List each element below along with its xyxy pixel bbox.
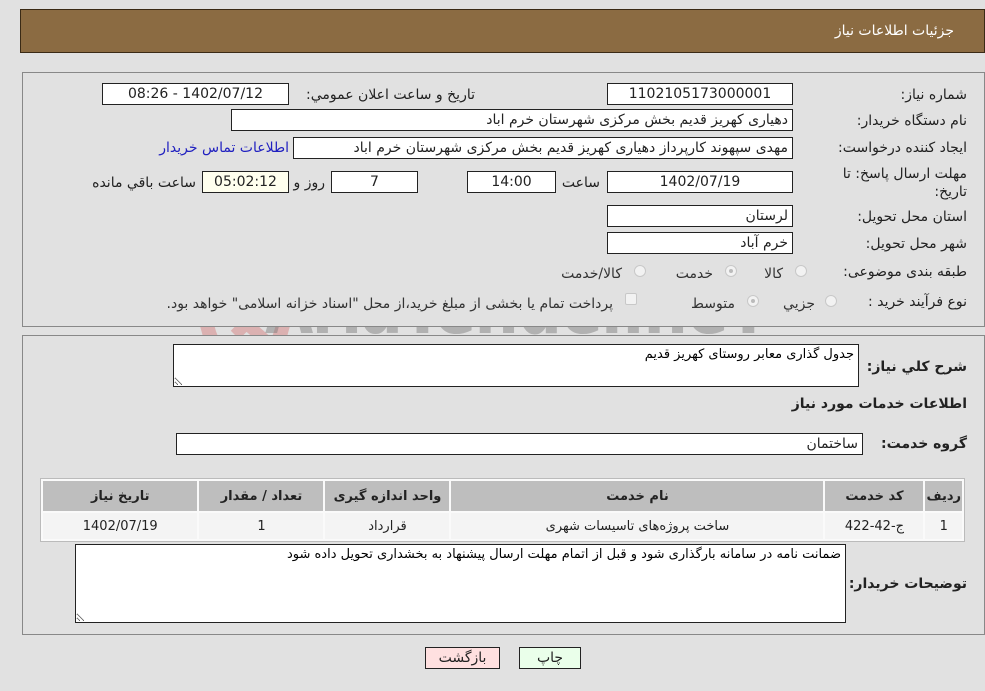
province-field: لرستان [607,205,793,227]
province-label: استان محل تحویل: [857,209,967,225]
treasury-payment-checkbox[interactable] [625,293,637,305]
category-option-goods-service: کالا/خدمت [561,266,622,282]
category-radio-goods[interactable] [795,265,807,277]
city-field: خرم آباد [607,232,793,254]
announce-field: 1402/07/12 - 08:26 [102,83,289,105]
need-number-label: شماره نیاز: [900,87,968,103]
cell-quantity: 1 [199,513,324,539]
creator-label: ایجاد کننده درخواست: [838,140,967,156]
col-need-date: تاریخ نیاز [43,481,198,511]
services-table: ردیف کد خدمت نام خدمت واحد اندازه گیری ت… [40,478,965,542]
col-service-code: کد خدمت [825,481,924,511]
buyer-contact-link[interactable]: اطلاعات تماس خریدار [159,140,289,156]
deadline-label: مهلت ارسال پاسخ: تا تاریخ: [842,166,967,200]
summary-textarea[interactable]: جدول گذاری معابر روستای کهریز قدیم [173,344,859,387]
service-group-field: ساختمان [176,433,863,455]
process-option-minor: جزيي [783,296,815,312]
category-label: طبقه بندی موضوعی: [843,264,967,280]
remaining-label: ساعت باقي مانده [92,175,196,191]
table-row: 1 ج-42-422 ساخت پروژه‌های تاسیسات شهری ق… [43,513,962,539]
cell-row-number: 1 [925,513,962,539]
category-option-goods: کالا [764,266,783,282]
col-service-name: نام خدمت [451,481,824,511]
cell-service-name: ساخت پروژه‌های تاسیسات شهری [451,513,824,539]
buyer-notes-textarea[interactable]: ضمانت نامه در سامانه بارگذاری شود و قبل … [75,544,846,623]
process-label: نوع فرآیند خرید : [868,294,967,310]
days-field: 7 [331,171,418,193]
summary-label: شرح کلي نیاز: [866,359,967,375]
category-option-service: خدمت [675,266,713,282]
page-title: جزئیات اطلاعات نیاز [834,23,954,39]
table-header-row: ردیف کد خدمت نام خدمت واحد اندازه گیری ت… [43,481,962,511]
buyer-org-label: نام دستگاه خریدار: [856,113,967,129]
print-button[interactable]: چاپ [519,647,581,669]
cell-unit: قرارداد [325,513,450,539]
process-option-medium: متوسط [691,296,735,312]
days-label: روز و [293,175,326,191]
creator-field: مهدی سپهوند کارپرداز دهیاری کهریز قدیم ب… [293,137,793,159]
announce-label: تاریخ و ساعت اعلان عمومي: [306,87,475,103]
treasury-payment-note: پرداخت تمام یا بخشی از مبلغ خرید،از محل … [166,296,613,312]
deadline-date-field: 1402/07/19 [607,171,793,193]
process-radio-minor[interactable] [825,295,837,307]
col-quantity: تعداد / مقدار [199,481,324,511]
remaining-time-field: 05:02:12 [202,171,289,193]
buyer-notes-label: توضیحات خریدار: [848,576,967,592]
need-number-field: 1102105173000001 [607,83,793,105]
time-label: ساعت [561,175,600,191]
deadline-time-field: 14:00 [467,171,556,193]
category-radio-goods-service[interactable] [634,265,646,277]
process-radio-medium[interactable] [747,295,759,307]
service-group-label: گروه خدمت: [881,436,967,452]
category-radio-service[interactable] [725,265,737,277]
col-unit: واحد اندازه گیری [325,481,450,511]
cell-service-code: ج-42-422 [825,513,924,539]
buyer-org-field: دهیاری کهریز قدیم بخش مرکزی شهرستان خرم … [231,109,793,131]
col-row-number: ردیف [925,481,962,511]
city-label: شهر محل تحویل: [865,236,967,252]
services-title: اطلاعات خدمات مورد نیاز [791,396,967,412]
back-button[interactable]: بازگشت [425,647,500,669]
cell-need-date: 1402/07/19 [43,513,198,539]
page-header: جزئیات اطلاعات نیاز [20,9,985,53]
